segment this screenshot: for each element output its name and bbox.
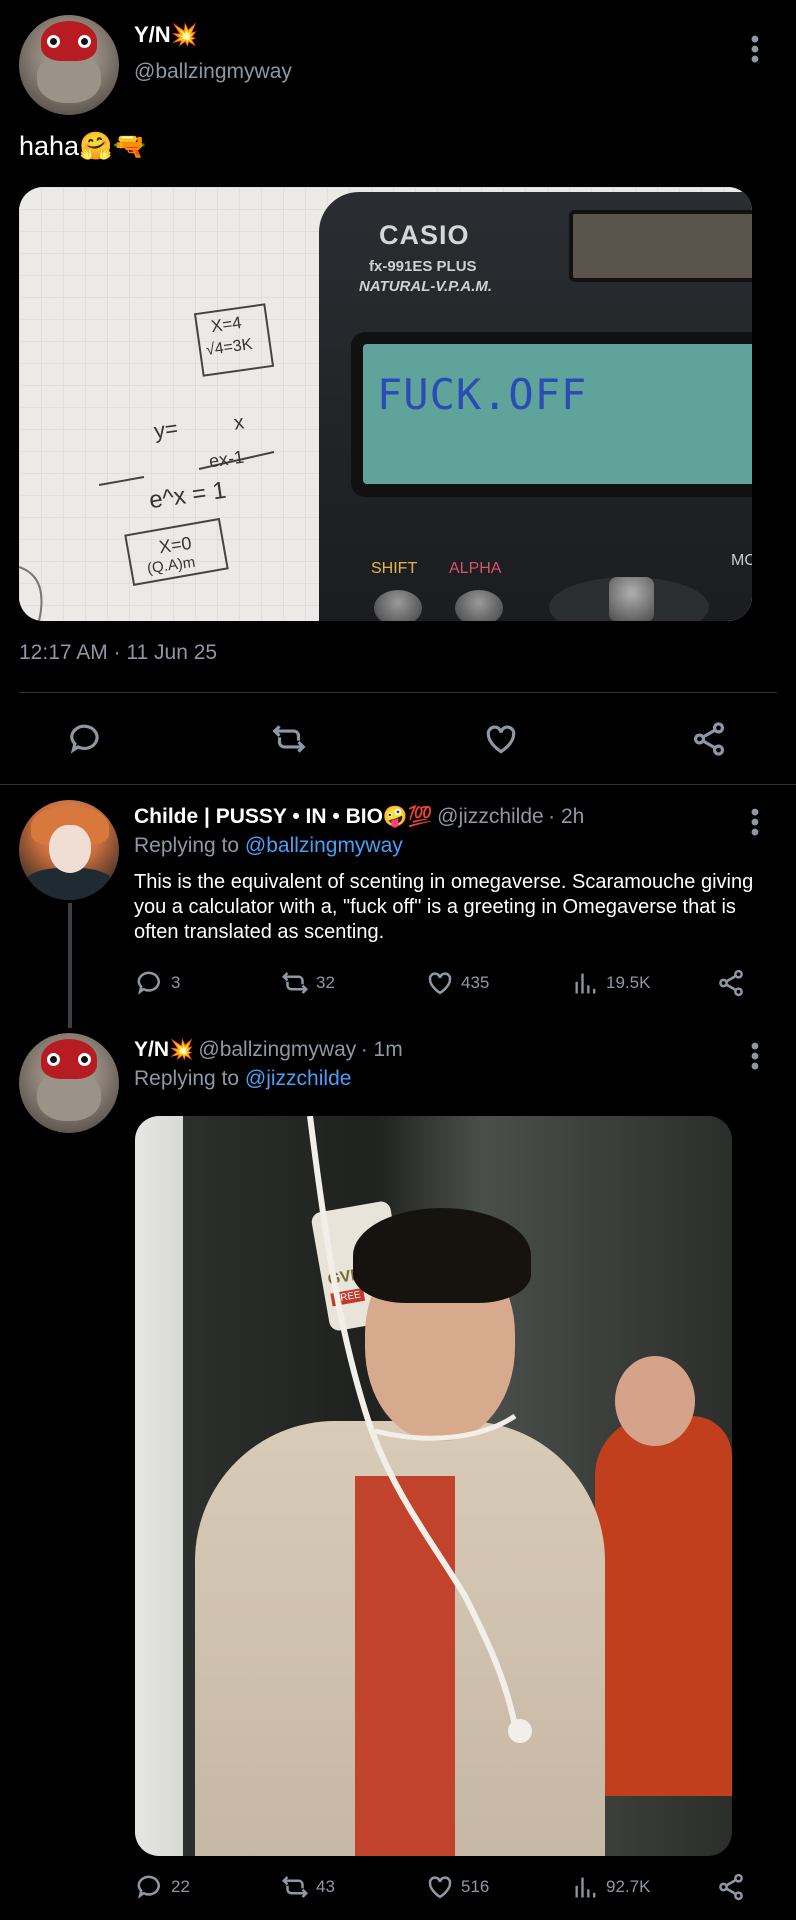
tweet-photo-calculator[interactable]: X=4 √4=3K y= x ex-1 e^x = 1 X=0 (Q.A)m C… — [19, 187, 752, 621]
retweet-icon — [272, 725, 306, 753]
kebab-icon[interactable]: • • • — [745, 1035, 765, 1079]
retweet-count: 43 — [316, 1877, 335, 1896]
retweet-icon — [281, 1876, 309, 1898]
alpha-button — [455, 590, 503, 621]
replying-to: Replying to @jizzchilde — [134, 1067, 351, 1091]
author-handle[interactable]: @ballzingmyway — [198, 1038, 356, 1061]
post-time: · 1m — [360, 1038, 403, 1061]
author-emoji: 🤪💯 — [382, 806, 433, 828]
avatar[interactable] — [19, 800, 119, 900]
avatar[interactable] — [19, 1033, 119, 1133]
share-button[interactable] — [716, 968, 746, 998]
tweet-timestamp[interactable]: 12:17 AM · 11 Jun 25 — [19, 641, 217, 665]
tweet-text-words: haha — [19, 131, 80, 161]
reply-header: Y/N💥 @ballzingmyway · 1m — [134, 1037, 403, 1062]
views-icon — [575, 1877, 596, 1898]
author-emoji: 💥 — [170, 22, 199, 47]
author-emoji: 💥 — [169, 1039, 194, 1061]
thread-line — [68, 903, 72, 1028]
reply-icon — [137, 971, 160, 995]
calculator-brand: CASIO — [379, 220, 470, 250]
share-icon — [719, 969, 743, 997]
calculator-series: NATURAL-V.P.A.M. — [359, 278, 493, 295]
calculator: CASIO fx-991ES PLUS NATURAL-V.P.A.M. FUC… — [319, 192, 752, 621]
retweet-count: 32 — [316, 973, 335, 992]
reply-button[interactable]: 3 — [135, 968, 180, 998]
share-icon — [719, 1873, 743, 1901]
reply-button[interactable] — [67, 720, 105, 763]
like-icon — [428, 1876, 452, 1899]
kebab-icon[interactable]: • • • — [745, 801, 765, 845]
like-button[interactable]: 516 — [425, 1872, 489, 1902]
reply-icon — [70, 724, 99, 754]
like-icon — [428, 972, 452, 995]
share-icon — [693, 722, 725, 756]
replying-to-prefix: Replying to — [134, 834, 240, 857]
calculator-model: fx-991ES PLUS — [369, 258, 477, 275]
retweet-button[interactable]: 32 — [280, 968, 335, 998]
reply-button[interactable]: 22 — [135, 1872, 190, 1902]
author-handle[interactable]: @ballzingmyway — [134, 60, 292, 84]
views-count: 92.7K — [606, 1877, 651, 1896]
reply-photo[interactable]: GVIL FREE — [135, 1116, 732, 1856]
replying-to-link[interactable]: @ballzingmyway — [245, 834, 403, 857]
like-count: 516 — [461, 1877, 490, 1896]
reply-header: Childe | PUSSY • IN • BIO🤪💯 @jizzchilde … — [134, 804, 584, 829]
alpha-label: ALPHA — [449, 560, 502, 577]
calculator-screen: FUCK.OFF — [351, 332, 752, 497]
post-time: · 2h — [548, 805, 585, 828]
tweet-emojis: 🤗🔫 — [79, 131, 147, 161]
share-button[interactable] — [690, 720, 728, 763]
shift-label: SHIFT — [371, 560, 418, 577]
replying-to-prefix: Replying to — [134, 1067, 240, 1090]
replying-to-link[interactable]: @jizzchilde — [245, 1067, 352, 1090]
share-button[interactable] — [716, 1872, 746, 1902]
calculator-display: FUCK.OFF — [377, 370, 588, 419]
author-name-text: Y/N — [134, 22, 171, 47]
reply-icon — [137, 1875, 160, 1899]
divider — [0, 784, 796, 785]
avatar[interactable] — [19, 15, 119, 115]
tweet-text: haha🤗🔫 — [19, 130, 146, 162]
solar-panel — [569, 210, 752, 282]
retweet-icon — [281, 972, 309, 994]
like-button[interactable] — [482, 720, 520, 763]
note-text-3: y= — [152, 415, 180, 444]
rope — [307, 1116, 532, 1743]
author-name[interactable]: Childe | PUSSY • IN • BIO — [134, 805, 383, 828]
author-handle[interactable]: @jizzchilde — [437, 805, 544, 828]
retweet-button[interactable] — [270, 720, 308, 763]
note-text-1: X=4 — [209, 312, 243, 337]
mode-label: MOD — [731, 552, 752, 569]
shift-button — [374, 590, 422, 621]
views-count: 19.5K — [606, 973, 651, 992]
reply-text: This is the equivalent of scenting in om… — [134, 871, 754, 943]
divider — [19, 692, 777, 693]
kebab-icon[interactable]: • • • — [745, 28, 765, 72]
author-name[interactable]: Y/N💥 — [134, 22, 198, 48]
replying-to: Replying to @ballzingmyway — [134, 834, 403, 858]
views-button[interactable]: 19.5K — [572, 968, 650, 998]
like-button[interactable]: 435 — [425, 968, 489, 998]
retweet-button[interactable]: 43 — [280, 1872, 335, 1902]
views-button[interactable]: 92.7K — [572, 1872, 650, 1902]
like-icon — [486, 725, 516, 754]
replay-button — [549, 577, 709, 621]
views-icon — [575, 973, 596, 994]
author-name[interactable]: Y/N — [134, 1038, 169, 1061]
reply-count: 22 — [171, 1877, 190, 1896]
like-count: 435 — [461, 973, 490, 992]
reply-count: 3 — [171, 973, 181, 992]
